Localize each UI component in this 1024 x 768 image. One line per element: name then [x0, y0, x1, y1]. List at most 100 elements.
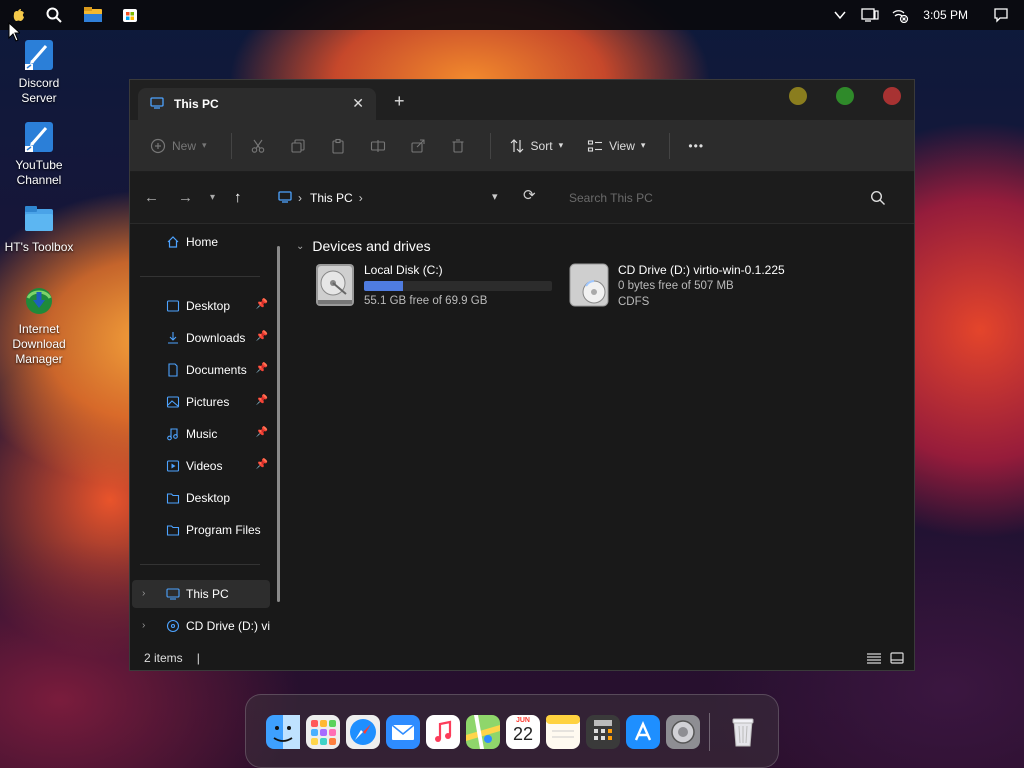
system-preferences-icon[interactable]	[666, 715, 700, 749]
drive-local-disk-c[interactable]: Local Disk (C:) 55.1 GB free of 69.9 GB	[312, 262, 552, 314]
view-label: View	[609, 138, 635, 153]
notes-icon[interactable]	[546, 715, 580, 749]
trash-icon[interactable]	[726, 715, 760, 749]
mail-icon[interactable]	[386, 715, 420, 749]
tiles-view-icon[interactable]	[890, 652, 904, 667]
search-icon[interactable]	[870, 190, 886, 209]
chevron-down-icon: ▾	[202, 140, 207, 150]
back-arrow-icon[interactable]: ←	[144, 189, 159, 206]
sidebar-item-desktop[interactable]: Desktop 📌	[132, 292, 270, 320]
sidebar-item-pictures[interactable]: Pictures 📌	[132, 388, 270, 416]
sidebar-item-this-pc[interactable]: › This PC	[132, 580, 270, 608]
launchpad-icon[interactable]	[306, 715, 340, 749]
calendar-icon[interactable]: JUN 22	[506, 715, 540, 749]
sidebar-divider	[140, 276, 260, 277]
clipboard-icon	[330, 138, 346, 154]
sidebar-item-desktop-folder[interactable]: Desktop	[132, 484, 270, 512]
toolbar-separator	[669, 132, 671, 159]
drive-usage-bar	[364, 281, 552, 291]
address-dropdown-icon[interactable]: ▾	[492, 190, 498, 203]
content-pane: ⌄ Devices and drives Local Disk (C:) 55.…	[288, 226, 914, 646]
sidebar-item-label: CD Drive (D:) vir	[186, 619, 270, 633]
command-bar: New ▾ Sort ▾ View ▾ •••	[130, 120, 914, 172]
sidebar-item-label: This PC	[186, 587, 229, 601]
sidebar-item-music[interactable]: Music 📌	[132, 420, 270, 448]
scissors-icon	[250, 138, 266, 154]
maximize-button[interactable]	[836, 87, 854, 105]
paste-button[interactable]	[330, 138, 346, 154]
forward-arrow-icon[interactable]: →	[178, 189, 193, 206]
refresh-icon[interactable]: ⟳	[523, 186, 536, 204]
cut-button[interactable]	[250, 138, 266, 154]
desktop-icon-discord-server[interactable]: Discord Server	[1, 38, 77, 106]
view-list-icon	[587, 138, 603, 154]
tab-title: This PC	[174, 97, 219, 111]
download-icon	[166, 331, 180, 345]
search-input[interactable]: Search This PC	[555, 182, 900, 214]
music-icon[interactable]	[426, 715, 460, 749]
discord-server-shortcut-icon	[22, 38, 56, 72]
sidebar-item-home[interactable]: Home	[132, 228, 270, 256]
close-window-button[interactable]	[883, 87, 901, 105]
finder-icon[interactable]	[266, 715, 300, 749]
chevron-down-icon: ▾	[558, 140, 564, 150]
maps-icon[interactable]	[466, 715, 500, 749]
more-options-button[interactable]: •••	[688, 139, 704, 153]
breadcrumb-separator-icon[interactable]: ›	[359, 191, 363, 205]
collapse-chevron-icon[interactable]: ⌄	[296, 241, 304, 252]
plus-circle-icon	[150, 138, 166, 154]
pin-icon: 📌	[255, 331, 268, 342]
delete-button[interactable]	[450, 138, 466, 154]
expand-chevron-icon[interactable]: ›	[142, 620, 145, 631]
safari-icon[interactable]	[346, 715, 380, 749]
search-placeholder: Search This PC	[569, 191, 653, 205]
breadcrumb-this-pc[interactable]: This PC	[310, 191, 353, 205]
tab-this-pc[interactable]: This PC ✕	[138, 88, 376, 120]
desktop-icon-label: HT's Toolbox	[4, 240, 74, 254]
status-caret: |	[196, 651, 200, 665]
network-icon[interactable]	[889, 4, 911, 26]
device-icon[interactable]	[859, 4, 881, 26]
expand-chevron-icon[interactable]: ›	[142, 588, 145, 599]
file-explorer-icon[interactable]	[82, 4, 104, 26]
up-arrow-icon[interactable]: ↑	[234, 189, 242, 206]
sidebar-item-downloads[interactable]: Downloads 📌	[132, 324, 270, 352]
view-button[interactable]: View ▾	[587, 138, 645, 154]
clock[interactable]: 3:05 PM	[923, 8, 968, 22]
share-button[interactable]	[410, 138, 426, 154]
section-header-devices[interactable]: ⌄ Devices and drives	[296, 238, 431, 254]
sidebar-item-cd-drive[interactable]: › CD Drive (D:) vir	[132, 612, 270, 640]
dock-separator	[709, 713, 710, 751]
close-tab-icon[interactable]: ✕	[352, 95, 364, 112]
desktop-icon-hts-toolbox[interactable]: HT's Toolbox	[1, 202, 77, 255]
desktop-icon-internet-download-manager[interactable]: Internet Download Manager	[1, 284, 77, 367]
chevron-down-icon[interactable]	[829, 4, 851, 26]
file-explorer-window: This PC ✕ + New ▾ Sort ▾ View ▾ ••• ← → …	[129, 79, 915, 671]
calendar-month: JUN	[515, 717, 530, 724]
search-icon[interactable]	[43, 4, 65, 26]
top-menubar: 3:05 PM	[0, 0, 1024, 30]
minimize-button[interactable]	[789, 87, 807, 105]
notification-icon[interactable]	[990, 4, 1012, 26]
rename-button[interactable]	[370, 138, 386, 154]
sidebar-item-program-files[interactable]: Program Files	[132, 516, 270, 544]
details-view-icon[interactable]	[866, 652, 882, 667]
youtube-channel-shortcut-icon	[22, 120, 56, 154]
app-store-icon[interactable]	[626, 715, 660, 749]
sidebar-item-documents[interactable]: Documents 📌	[132, 356, 270, 384]
drive-cd-d[interactable]: CD Drive (D:) virtio-win-0.1.225 0 bytes…	[566, 262, 785, 314]
new-tab-button[interactable]: +	[394, 92, 405, 110]
copy-button[interactable]	[290, 138, 306, 154]
desktop-icon-youtube-channel[interactable]: YouTube Channel	[1, 120, 77, 188]
sidebar-scrollbar[interactable]	[277, 246, 280, 602]
calculator-icon[interactable]	[586, 715, 620, 749]
store-icon[interactable]	[119, 4, 141, 26]
sidebar-item-label: Videos	[186, 459, 223, 473]
drive-name: CD Drive (D:) virtio-win-0.1.225	[618, 263, 785, 277]
copy-icon	[290, 138, 306, 154]
recent-locations-chevron-icon[interactable]: ▾	[210, 192, 215, 203]
desktop-icon	[166, 299, 180, 313]
sidebar-item-videos[interactable]: Videos 📌	[132, 452, 270, 480]
new-button[interactable]: New ▾	[150, 138, 207, 154]
sort-button[interactable]: Sort ▾	[509, 138, 564, 154]
